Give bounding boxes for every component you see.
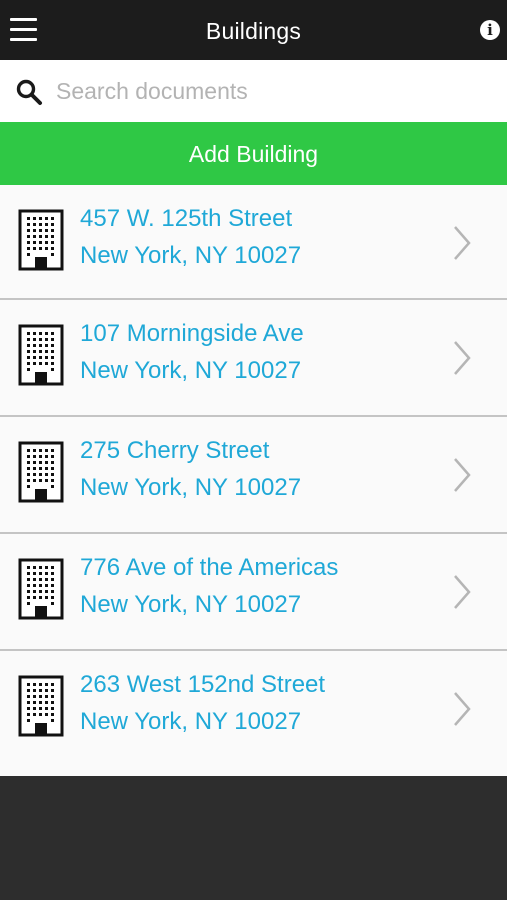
chevron-right-icon: [454, 458, 471, 492]
building-address-line1: 107 Morningside Ave: [80, 320, 304, 347]
search-icon: [16, 79, 42, 105]
chevron-right-icon: [454, 341, 471, 375]
chevron-right-icon: [454, 692, 471, 726]
search-bar: [0, 60, 507, 122]
building-address-line2: New York, NY 10027: [80, 474, 302, 501]
building-row[interactable]: 457 W. 125th Street New York, NY 10027: [0, 185, 507, 300]
top-bar: Buildings i: [0, 0, 507, 60]
building-address-line1: 275 Cherry Street: [80, 437, 270, 464]
app-screen: Buildings i Add Building 457 W. 125th St…: [0, 0, 507, 900]
info-icon[interactable]: i: [480, 20, 500, 40]
building-row[interactable]: 275 Cherry Street New York, NY 10027: [0, 417, 507, 534]
building-address-line1: 263 West 152nd Street: [80, 671, 326, 698]
building-icon: [18, 209, 64, 271]
building-address-line1: 457 W. 125th Street: [80, 205, 293, 232]
building-address-line2: New York, NY 10027: [80, 357, 302, 384]
building-icon: [18, 441, 64, 503]
chevron-right-icon: [454, 226, 471, 260]
building-address-line2: New York, NY 10027: [80, 242, 302, 269]
building-row[interactable]: 263 West 152nd Street New York, NY 10027: [0, 651, 507, 776]
building-address-line2: New York, NY 10027: [80, 591, 302, 618]
add-building-button[interactable]: Add Building: [0, 122, 507, 185]
building-row[interactable]: 107 Morningside Ave New York, NY 10027: [0, 300, 507, 417]
building-address-line2: New York, NY 10027: [80, 708, 302, 735]
building-address-line1: 776 Ave of the Americas: [80, 554, 339, 581]
chevron-right-icon: [454, 575, 471, 609]
building-icon: [18, 558, 64, 620]
building-icon: [18, 675, 64, 737]
building-row[interactable]: 776 Ave of the Americas New York, NY 100…: [0, 534, 507, 651]
building-list: 457 W. 125th Street New York, NY 10027 1…: [0, 185, 507, 776]
search-input[interactable]: [56, 71, 486, 111]
page-title: Buildings: [205, 18, 302, 44]
building-icon: [18, 324, 64, 386]
